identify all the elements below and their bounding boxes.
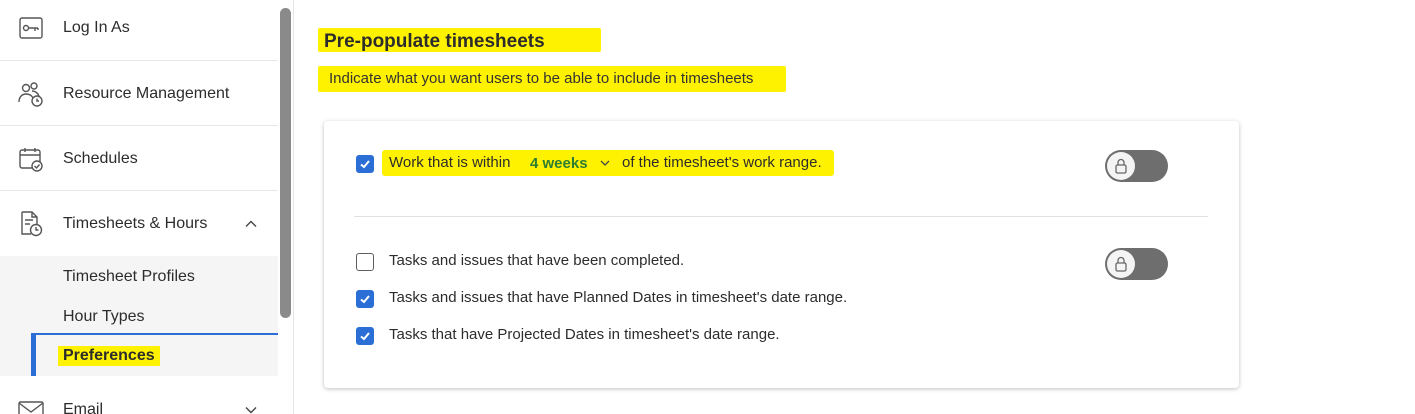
sidebar-item-label: Resource Management [63,85,230,102]
chevron-down-icon[interactable] [240,399,262,414]
planned-dates-label: Tasks and issues that have Planned Dates… [389,289,848,306]
people-clock-icon [17,80,45,108]
section-title: Pre-populate timesheets [318,28,601,52]
work-range-prefix: Work that is within [389,154,511,171]
sidebar-item-schedules[interactable]: Schedules [0,141,278,177]
chevron-down-icon [598,156,612,170]
key-icon [17,14,45,42]
planned-dates-checkbox[interactable] [356,290,374,308]
card-divider [354,216,1208,217]
sidebar-divider [0,190,278,191]
sidebar-item-label: Timesheets & Hours [63,215,208,232]
sidebar-subitem-preferences[interactable]: Preferences [58,346,160,366]
document-clock-icon [17,210,45,238]
sidebar: Log In As Resource Management Schedules … [0,0,294,414]
projected-dates-checkbox[interactable] [356,327,374,345]
work-range-suffix: of the timesheet's work range. [622,154,822,171]
mail-icon [17,396,45,414]
sidebar-item-log-in-as[interactable]: Log In As [0,10,278,46]
chevron-up-icon[interactable] [240,213,262,235]
projected-dates-label: Tasks that have Projected Dates in times… [389,326,780,343]
calendar-check-icon [17,145,45,173]
lock-icon [1107,250,1135,278]
sidebar-divider [0,125,278,126]
sidebar-item-label: Log In As [63,19,130,36]
range-value: 4 weeks [530,154,588,172]
lock-toggle-tasks[interactable] [1105,248,1168,280]
completed-tasks-label: Tasks and issues that have been complete… [389,252,685,269]
sidebar-scrollbar[interactable] [280,8,291,318]
section-description: Indicate what you want users to be able … [318,66,786,92]
sidebar-item-timesheets-hours[interactable]: Timesheets & Hours [0,206,278,242]
completed-tasks-checkbox[interactable] [356,253,374,271]
sidebar-item-label: Email [63,401,104,414]
sidebar-item-email[interactable]: Email [0,392,278,414]
prepopulate-card: Work that is within 4 weeks of the times… [324,121,1239,388]
sidebar-subitem-timesheet-profiles[interactable]: Timesheet Profiles [63,268,195,286]
sidebar-subitem-hour-types[interactable]: Hour Types [63,308,145,326]
active-underline [36,333,278,335]
work-range-checkbox[interactable] [356,155,374,173]
sidebar-item-label: Schedules [63,150,138,167]
lock-toggle-work-range[interactable] [1105,150,1168,182]
lock-icon [1107,152,1135,180]
active-indicator [31,333,36,376]
sidebar-item-resource-management[interactable]: Resource Management [0,76,278,112]
range-dropdown[interactable]: 4 weeks [530,153,612,173]
sidebar-divider [0,60,278,61]
